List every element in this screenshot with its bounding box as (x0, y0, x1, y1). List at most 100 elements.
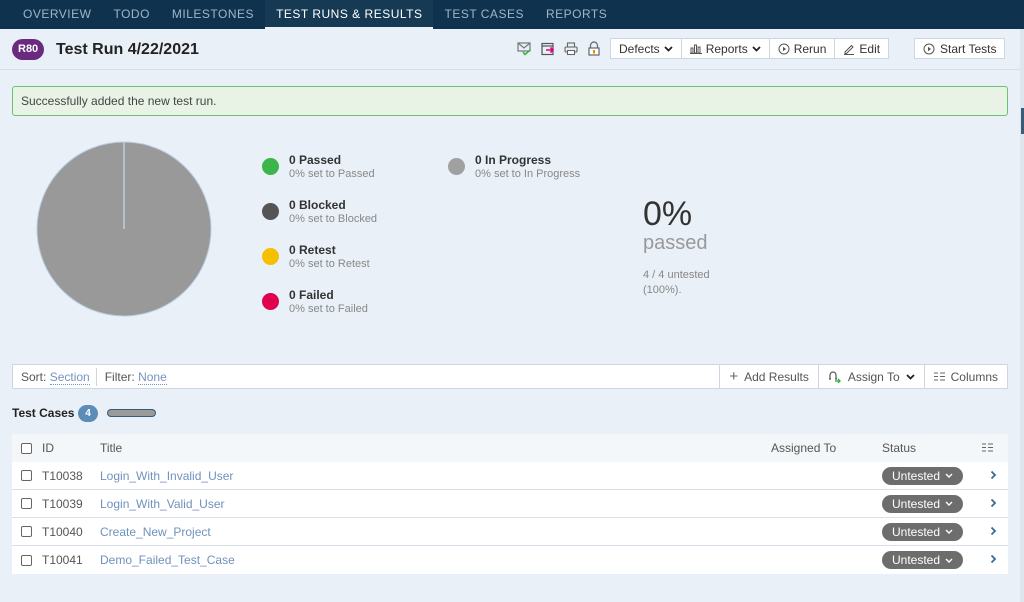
table-row: T10041 Demo_Failed_Test_Case Untested (12, 546, 1008, 574)
columns-button[interactable]: Columns (923, 365, 1007, 388)
table-header-row: ID Title Assigned To Status (12, 434, 1008, 462)
header-button-group: Defects Reports Rerun Edit (610, 38, 890, 59)
defects-label: Defects (619, 41, 660, 56)
filter-label: Filter: (104, 369, 135, 384)
add-results-label: Add Results (744, 369, 809, 384)
passed-count: 0 Passed (289, 153, 342, 167)
status-dropdown[interactable]: Untested (882, 466, 963, 485)
tab-milestones[interactable]: MILESTONES (161, 0, 265, 29)
lock-icon[interactable] (585, 40, 602, 57)
success-message: Successfully added the new test run. (21, 94, 217, 108)
case-id: T10038 (42, 468, 83, 483)
chevron-down-icon (906, 373, 915, 380)
reports-label: Reports (705, 41, 748, 56)
header-icon-row (516, 40, 602, 57)
page-header: R80 Test Run 4/22/2021 Defects Reports R… (0, 29, 1020, 70)
filter-value-link[interactable]: None (138, 369, 167, 385)
print-icon[interactable] (562, 40, 579, 57)
export-icon[interactable] (539, 40, 556, 57)
sort-control: Sort: Section (13, 367, 97, 386)
chevron-right-icon[interactable] (990, 469, 997, 483)
header-assigned-to[interactable]: Assigned To (771, 441, 836, 455)
legend-blocked: 0 Blocked 0% set to Blocked (262, 198, 377, 227)
case-id: T10040 (42, 524, 83, 539)
row-checkbox[interactable] (21, 554, 32, 566)
chevron-right-icon[interactable] (990, 525, 997, 539)
case-title-link[interactable]: Demo_Failed_Test_Case (100, 553, 235, 567)
legend-failed: 0 Failed 0% set to Failed (262, 288, 368, 317)
status-dropdown[interactable]: Untested (882, 551, 963, 569)
defects-button[interactable]: Defects (611, 39, 682, 58)
chevron-down-icon (945, 558, 953, 563)
success-alert: Successfully added the new test run. (12, 86, 1008, 116)
bar-chart-icon (689, 44, 702, 54)
case-title-link[interactable]: Create_New_Project (100, 525, 211, 539)
assign-to-label: Assign To (847, 369, 900, 384)
section-title: Test Cases (12, 406, 75, 420)
start-tests-button[interactable]: Start Tests (914, 38, 1006, 59)
row-checkbox[interactable] (21, 470, 32, 481)
edit-button[interactable]: Edit (835, 39, 888, 58)
sort-label: Sort: (21, 369, 47, 384)
in-progress-percent: 0% set to In Progress (475, 168, 581, 180)
retest-dot (262, 248, 279, 265)
top-nav: OVERVIEW TODO MILESTONES TEST RUNS & RES… (0, 0, 1024, 29)
email-check-icon[interactable] (516, 40, 533, 57)
pencil-icon (844, 44, 855, 55)
row-checkbox[interactable] (21, 526, 32, 537)
blocked-count: 0 Blocked (289, 198, 346, 212)
rerun-button[interactable]: Rerun (770, 39, 836, 58)
passed-percent: 0% set to Passed (289, 168, 375, 180)
tab-overview[interactable]: OVERVIEW (12, 0, 102, 29)
retest-count: 0 Retest (289, 243, 336, 257)
blocked-percent: 0% set to Blocked (289, 213, 378, 225)
chevron-down-icon (752, 45, 761, 52)
table-row: T10039 Login_With_Valid_User Untested (12, 490, 1008, 518)
section-count-badge: 4 (78, 405, 98, 422)
edit-label: Edit (859, 41, 881, 56)
assign-to-button[interactable]: Assign To (817, 365, 924, 388)
legend-retest: 0 Retest 0% set to Retest (262, 243, 370, 272)
reports-button[interactable]: Reports (682, 39, 770, 58)
header-id[interactable]: ID (42, 441, 54, 455)
add-results-button[interactable]: + Add Results (719, 365, 817, 388)
status-label: Untested (891, 553, 941, 567)
case-id: T10041 (42, 553, 83, 567)
chevron-down-icon (945, 529, 953, 534)
case-title-link[interactable]: Login_With_Valid_User (100, 497, 225, 511)
retest-percent: 0% set to Retest (289, 258, 370, 270)
failed-percent: 0% set to Failed (289, 303, 368, 315)
chevron-down-icon (945, 473, 953, 478)
columns-icon (933, 372, 945, 381)
columns-icon[interactable] (982, 441, 993, 455)
chevron-right-icon[interactable] (990, 497, 997, 511)
status-label: Untested (891, 524, 941, 539)
chevron-right-icon[interactable] (990, 553, 997, 567)
status-pie-chart (36, 141, 212, 317)
untested-note: 4 / 4 untested (100%). (643, 269, 710, 296)
status-dropdown[interactable]: Untested (882, 522, 963, 541)
tab-todo[interactable]: TODO (102, 0, 160, 29)
run-id-badge: R80 (12, 39, 45, 60)
in-progress-dot (448, 158, 465, 175)
page-title: Test Run 4/22/2021 (56, 41, 199, 58)
status-label: Untested (891, 496, 941, 511)
legend-passed: 0 Passed 0% set to Passed (262, 153, 375, 182)
filter-control: Filter: None (97, 369, 175, 385)
case-title-link[interactable]: Login_With_Invalid_User (100, 469, 233, 483)
sort-value-link[interactable]: Section (49, 369, 90, 385)
tab-test-cases[interactable]: TEST CASES (433, 0, 534, 29)
tab-reports[interactable]: REPORTS (535, 0, 618, 29)
status-dropdown[interactable]: Untested (882, 494, 963, 513)
header-status[interactable]: Status (882, 441, 916, 455)
select-all-checkbox[interactable] (21, 442, 32, 454)
status-label: Untested (891, 468, 941, 483)
play-circle-icon (778, 43, 790, 54)
tab-test-runs-results[interactable]: TEST RUNS & RESULTS (265, 0, 434, 29)
plus-icon: + (729, 368, 739, 385)
section-progress-bar (107, 409, 156, 417)
assign-user-icon (828, 371, 841, 383)
failed-dot (262, 293, 279, 310)
header-title[interactable]: Title (100, 441, 122, 455)
row-checkbox[interactable] (21, 498, 32, 509)
